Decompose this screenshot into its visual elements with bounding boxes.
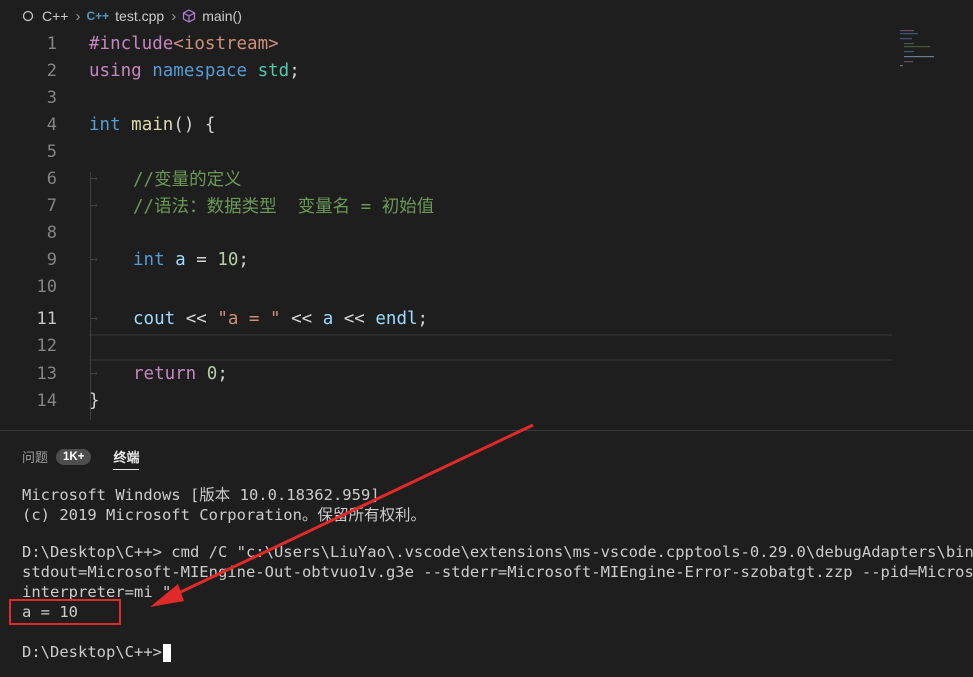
tab-whitespace-icon: → xyxy=(90,171,98,186)
string-literal: "a = " xyxy=(217,308,281,329)
keyword: int xyxy=(133,249,165,270)
comment: //语法：数据类型 变量名 = 初始值 xyxy=(133,197,435,217)
punctuation: ; xyxy=(238,249,249,270)
terminal-line: Microsoft Windows [版本 10.0.18362.959] xyxy=(22,486,380,504)
line-number: 5 xyxy=(46,141,57,162)
line-number: 3 xyxy=(46,87,57,108)
terminal-line: (c) 2019 Microsoft Corporation。保留所有权利。 xyxy=(22,506,426,524)
operator: << xyxy=(280,308,323,329)
variable: a xyxy=(322,308,334,329)
chevron-right-icon: › xyxy=(75,7,81,25)
operator: << xyxy=(175,308,218,329)
line-number: 2 xyxy=(46,60,57,81)
terminal-cursor xyxy=(162,643,171,662)
tab-whitespace-icon: → xyxy=(90,366,98,381)
chevron-right-icon: › xyxy=(171,7,177,25)
punctuation: ; xyxy=(217,363,228,384)
code-line[interactable]: 7 → //语法：数据类型 变量名 = 初始值 xyxy=(0,192,900,219)
line-number: 13 xyxy=(36,363,57,384)
code-line[interactable]: 12 xyxy=(0,332,900,359)
code-line[interactable]: 14 } xyxy=(0,387,900,414)
variable: cout xyxy=(133,308,176,329)
punctuation: () { xyxy=(173,114,216,135)
annotation-highlight-box xyxy=(9,599,121,625)
panel-tabs: 问题 1K+ 终端 xyxy=(22,443,140,470)
line-number: 9 xyxy=(46,249,57,270)
code-line[interactable]: 1 #include<iostream> xyxy=(0,30,900,57)
code-editor[interactable]: 1 #include<iostream> 2 using namespace s… xyxy=(0,30,973,430)
code-line[interactable]: 2 using namespace std; xyxy=(0,57,900,84)
operator: << xyxy=(333,308,376,329)
terminal-line: stdout=Microsoft-MIEngine-Out-obtvuo1v.g… xyxy=(22,563,973,581)
preprocessor-directive: #include xyxy=(89,33,174,54)
code-line[interactable]: 5 xyxy=(0,138,900,165)
code-line[interactable]: 3 xyxy=(0,84,900,111)
tab-problems-label: 问题 xyxy=(22,450,49,465)
variable: a xyxy=(175,249,186,270)
code-line[interactable]: 8 xyxy=(0,219,900,246)
line-number: 7 xyxy=(46,195,57,216)
keyword: return xyxy=(133,363,197,384)
code-line[interactable]: 4 int main() { xyxy=(0,111,900,138)
line-number: 10 xyxy=(36,276,57,297)
line-number: 11 xyxy=(36,308,57,329)
comment: //变量的定义 xyxy=(133,170,242,190)
cube-icon xyxy=(182,9,196,23)
namespace-name: std xyxy=(257,60,290,81)
number-literal: 0 xyxy=(206,363,218,384)
include-path: <iostream> xyxy=(173,33,279,54)
breadcrumb: C++ › C++ test.cpp › main() xyxy=(0,0,973,32)
keyword: namespace xyxy=(152,60,248,81)
code-line[interactable]: 9 → int a = 10; xyxy=(0,246,900,273)
code-line[interactable]: 13 → return 0; xyxy=(0,360,900,387)
line-number: 1 xyxy=(46,33,57,54)
keyword: int xyxy=(89,114,121,135)
circle-icon xyxy=(22,10,34,22)
breadcrumb-symbol[interactable]: main() xyxy=(202,8,242,24)
code-line[interactable]: 10 xyxy=(0,273,900,300)
punctuation: ; xyxy=(417,308,429,329)
breadcrumb-file[interactable]: test.cpp xyxy=(115,8,164,24)
line-number: 6 xyxy=(46,168,57,189)
line-number: 8 xyxy=(46,222,57,243)
tab-whitespace-icon: → xyxy=(90,311,98,326)
cpp-file-icon: C++ xyxy=(86,9,110,23)
terminal-prompt-line[interactable]: D:\Desktop\C++> xyxy=(22,643,171,662)
terminal-line: D:\Desktop\C++> cmd /C "c:\Users\LiuYao\… xyxy=(22,543,973,561)
punctuation: } xyxy=(89,390,100,411)
punctuation: ; xyxy=(289,60,300,81)
number-literal: 10 xyxy=(217,249,239,270)
code-line[interactable]: 6 → //变量的定义 xyxy=(0,165,900,192)
operator: = xyxy=(185,249,218,270)
terminal-prompt: D:\Desktop\C++> xyxy=(22,643,162,661)
line-number: 12 xyxy=(36,335,57,356)
tab-terminal[interactable]: 终端 xyxy=(113,447,140,470)
keyword: using xyxy=(89,60,142,81)
line-number: 14 xyxy=(36,390,57,411)
code-line[interactable]: 11 → cout << "a = " << a << endl; xyxy=(0,305,900,332)
problems-count-badge: 1K+ xyxy=(56,448,92,465)
variable: endl xyxy=(375,308,418,329)
tab-whitespace-icon: → xyxy=(90,252,98,267)
breadcrumb-folder[interactable]: C++ xyxy=(42,8,68,24)
function-name: main xyxy=(131,114,174,135)
line-number: 4 xyxy=(46,114,57,135)
tab-whitespace-icon: → xyxy=(90,198,98,213)
tab-problems[interactable]: 问题 1K+ xyxy=(22,447,92,466)
